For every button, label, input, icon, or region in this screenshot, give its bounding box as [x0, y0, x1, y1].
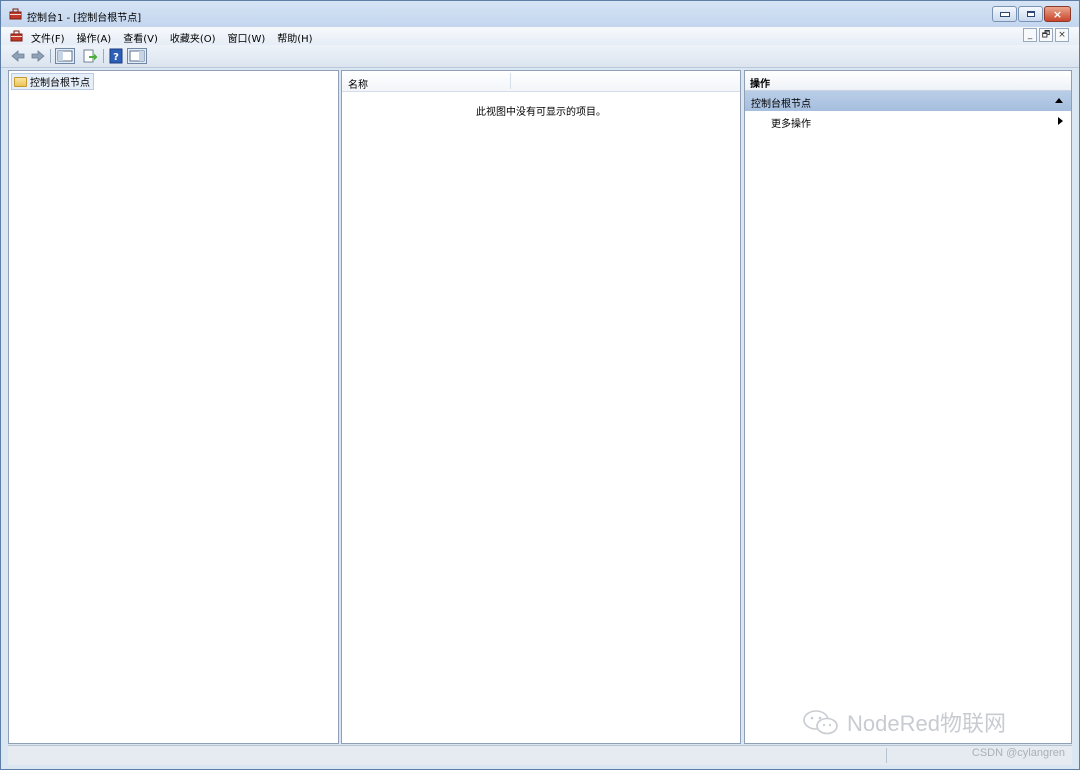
- action-item-label: 更多操作: [771, 119, 811, 130]
- actions-group-label: 控制台根节点: [751, 99, 811, 110]
- system-menu-icon[interactable]: [10, 30, 23, 42]
- title-bar[interactable]: 控制台1 - [控制台根节点] ×: [1, 1, 1079, 27]
- toolbar-separator: [103, 49, 104, 63]
- status-bar: [8, 745, 1072, 765]
- export-list-icon[interactable]: [82, 48, 98, 64]
- folder-icon: [14, 76, 27, 87]
- mdi-close-button[interactable]: ×: [1055, 28, 1069, 42]
- menu-view[interactable]: 查看(V): [123, 30, 158, 45]
- close-icon: ×: [1052, 7, 1063, 21]
- list-column-header[interactable]: 名称: [342, 71, 740, 92]
- tree-node-console-root[interactable]: 控制台根节点: [11, 73, 94, 90]
- mdi-minimize-button[interactable]: _: [1023, 28, 1037, 42]
- tree-node-label: 控制台根节点: [30, 78, 90, 89]
- submenu-arrow-icon: [1058, 117, 1063, 125]
- status-bar-divider: [886, 748, 887, 763]
- maximize-icon: [1026, 11, 1035, 17]
- column-name-header[interactable]: 名称: [348, 76, 368, 91]
- collapse-up-icon[interactable]: [1055, 98, 1063, 103]
- menu-bar: 文件(F) 操作(A) 查看(V) 收藏夹(O) 窗口(W) 帮助(H) _ 🗗…: [1, 27, 1079, 45]
- forward-arrow-icon[interactable]: [30, 48, 46, 64]
- actions-group-console-root[interactable]: 控制台根节点: [745, 91, 1071, 111]
- console-tree-pane: 控制台根节点: [8, 70, 339, 744]
- mdi-restore-button[interactable]: 🗗: [1039, 28, 1053, 42]
- actions-pane: 操作 控制台根节点 更多操作: [744, 70, 1072, 744]
- watermark-credit: CSDN @cylangren: [971, 747, 1065, 759]
- minimize-icon: [999, 11, 1010, 17]
- menu-file[interactable]: 文件(F): [31, 30, 65, 45]
- column-divider[interactable]: [510, 73, 511, 89]
- empty-list-message: 此视图中没有可显示的项目。: [476, 107, 606, 118]
- watermark: NodeRed物联网: [801, 706, 1006, 738]
- minimize-button[interactable]: [992, 6, 1017, 22]
- menu-window[interactable]: 窗口(W): [228, 30, 266, 45]
- result-list-pane: 名称 此视图中没有可显示的项目。: [341, 70, 741, 744]
- menu-favorites[interactable]: 收藏夹(O): [170, 30, 216, 45]
- svg-text:?: ?: [113, 52, 119, 63]
- watermark-text: NodeRed物联网: [847, 711, 1006, 736]
- menu-action[interactable]: 操作(A): [77, 30, 112, 45]
- menu-help[interactable]: 帮助(H): [277, 30, 312, 45]
- mmc-window: 控制台1 - [控制台根节点] × 文件(F) 操作(A) 查看(V) 收藏夹(…: [0, 0, 1080, 770]
- toolbar-separator: [50, 49, 51, 63]
- actions-pane-header: 操作: [745, 71, 1071, 91]
- help-icon[interactable]: ?: [109, 48, 123, 64]
- maximize-button[interactable]: [1018, 6, 1043, 22]
- actions-header-label: 操作: [750, 79, 770, 90]
- action-more-actions[interactable]: 更多操作: [745, 112, 1071, 130]
- window-title: 控制台1 - [控制台根节点]: [27, 13, 142, 24]
- show-hide-console-tree-icon[interactable]: [55, 48, 75, 64]
- show-hide-action-pane-icon[interactable]: [127, 48, 147, 64]
- back-arrow-icon[interactable]: [10, 48, 26, 64]
- close-button[interactable]: ×: [1044, 6, 1071, 22]
- toolbar: ?: [1, 45, 1079, 68]
- wechat-logo-icon: [803, 710, 838, 735]
- mmc-toolbox-icon: [9, 8, 22, 20]
